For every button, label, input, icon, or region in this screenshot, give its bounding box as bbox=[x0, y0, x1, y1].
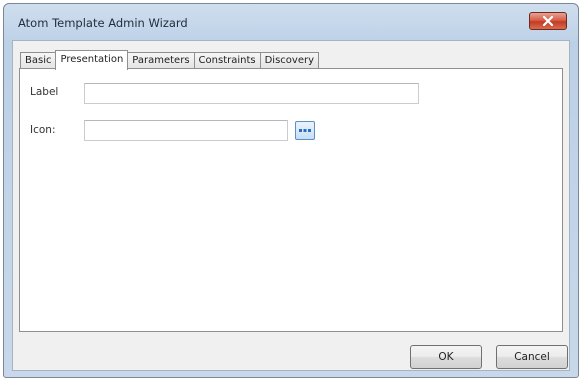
wizard-window: Atom Template Admin Wizard Basic Present… bbox=[3, 3, 579, 378]
tab-strip: Basic Presentation Parameters Constraint… bbox=[20, 49, 320, 70]
tab-parameters[interactable]: Parameters bbox=[127, 52, 195, 69]
close-icon bbox=[542, 16, 554, 26]
tab-constraints[interactable]: Constraints bbox=[193, 52, 261, 69]
cancel-button[interactable]: Cancel bbox=[496, 345, 568, 369]
tab-discovery[interactable]: Discovery bbox=[259, 52, 320, 69]
label-input[interactable] bbox=[84, 83, 419, 104]
window-title: Atom Template Admin Wizard bbox=[18, 16, 188, 30]
dialog-body: Basic Presentation Parameters Constraint… bbox=[12, 40, 570, 371]
title-bar[interactable]: Atom Template Admin Wizard bbox=[4, 4, 578, 40]
ellipsis-icon bbox=[299, 128, 311, 132]
icon-field-label: Icon: bbox=[30, 124, 56, 136]
label-field-label: Label bbox=[30, 86, 59, 98]
ok-button[interactable]: OK bbox=[410, 345, 482, 369]
tab-presentation[interactable]: Presentation bbox=[55, 50, 129, 70]
close-button[interactable] bbox=[529, 12, 567, 30]
icon-input[interactable] bbox=[84, 120, 288, 141]
browse-icon-button[interactable] bbox=[295, 121, 315, 140]
tab-basic[interactable]: Basic bbox=[20, 52, 57, 69]
presentation-panel: Label Icon: bbox=[19, 68, 563, 332]
